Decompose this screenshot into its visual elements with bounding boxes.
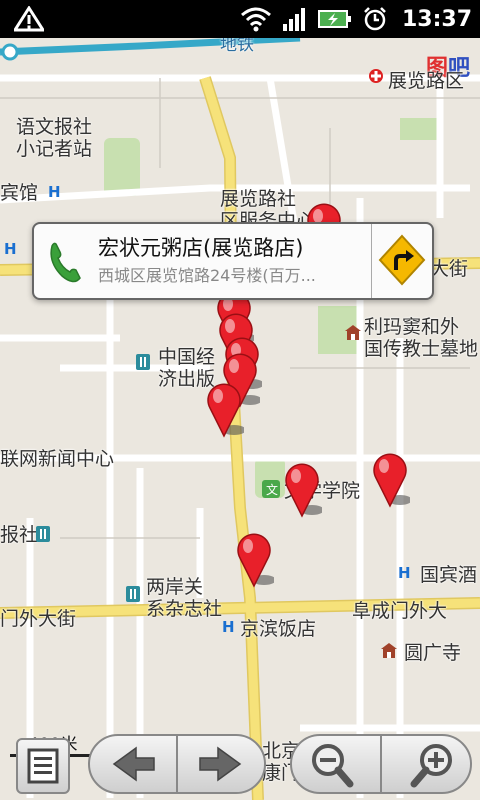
label-lianwang: 联网新闻中心 [0,448,115,470]
zoom-in-icon [410,744,452,788]
place-callout[interactable]: 宏状元粥店(展览路店) 西城区展览馆路24号楼(百万... [32,222,434,300]
next-result-button[interactable] [176,734,266,794]
label-liangan: 两岸关 系杂志社 [146,576,223,620]
label-menwai: 门外大街 [0,608,77,630]
label-yuwen: 语文报社 小记者站 [16,116,93,160]
map-pin[interactable] [370,452,410,508]
arrow-right-icon [199,746,242,782]
place-title: 宏状元粥店(展览路店) [98,236,304,260]
battery-charging-icon [317,10,351,28]
alarm-icon [364,7,386,31]
list-icon [27,748,59,784]
phone-call-icon[interactable] [38,228,92,292]
wifi-icon [240,7,271,32]
label-yuanguang: 圆广寺 [404,642,462,664]
hospital-icon: H [4,240,17,258]
hospital-icon: H [48,183,61,201]
warning-icon [14,6,44,32]
place-address: 西城区展览馆路24号楼(百万... [98,266,316,285]
label-jingbin: 京滨饭店 [240,618,317,640]
clock-time: 13:37 [401,6,472,32]
previous-result-button[interactable] [88,734,178,794]
arrow-left-icon [112,746,155,782]
bus-stop-icon [136,354,150,370]
bus-stop-icon [126,586,140,602]
menu-list-button[interactable] [16,738,70,794]
label-baoshe: 报社 [0,524,39,546]
signal-icon [282,8,305,31]
hospital-icon: H [398,564,411,582]
red-cross-poi-icon [369,69,383,83]
map-view[interactable]: 图吧 地铁 展览路区 语文报社 小记者站 宾馆 展览路社 区服务中心 利玛窦和外… [0,38,480,800]
zoom-out-icon [312,744,354,788]
hospital-icon: H [222,618,235,636]
map-pin[interactable] [282,462,322,518]
svg-text:文: 文 [266,482,278,497]
subway-label: 地铁 [220,38,254,55]
zoom-in-button[interactable] [380,734,472,794]
label-guobin: 国宾酒 [420,564,478,586]
temple-icon [345,325,361,340]
label-binguan: 宾馆 [0,182,39,204]
label-zhanlan-road: 展览路区 [388,70,465,92]
bus-stop-icon [36,526,50,542]
zoom-out-button[interactable] [290,734,382,794]
map-pin[interactable] [234,532,274,588]
directions-icon[interactable] [376,232,428,288]
label-dajie-right: 大街 [430,258,469,280]
label-lima: 利玛窦和外 国传教士墓地 [364,316,479,360]
label-fuchengmen: 阜成门外大 [352,600,448,622]
map-pin[interactable] [204,382,244,438]
callout-divider [371,224,372,298]
temple-icon [381,643,397,658]
school-icon: 文 [262,480,280,498]
status-bar: 13:37 [0,0,480,38]
